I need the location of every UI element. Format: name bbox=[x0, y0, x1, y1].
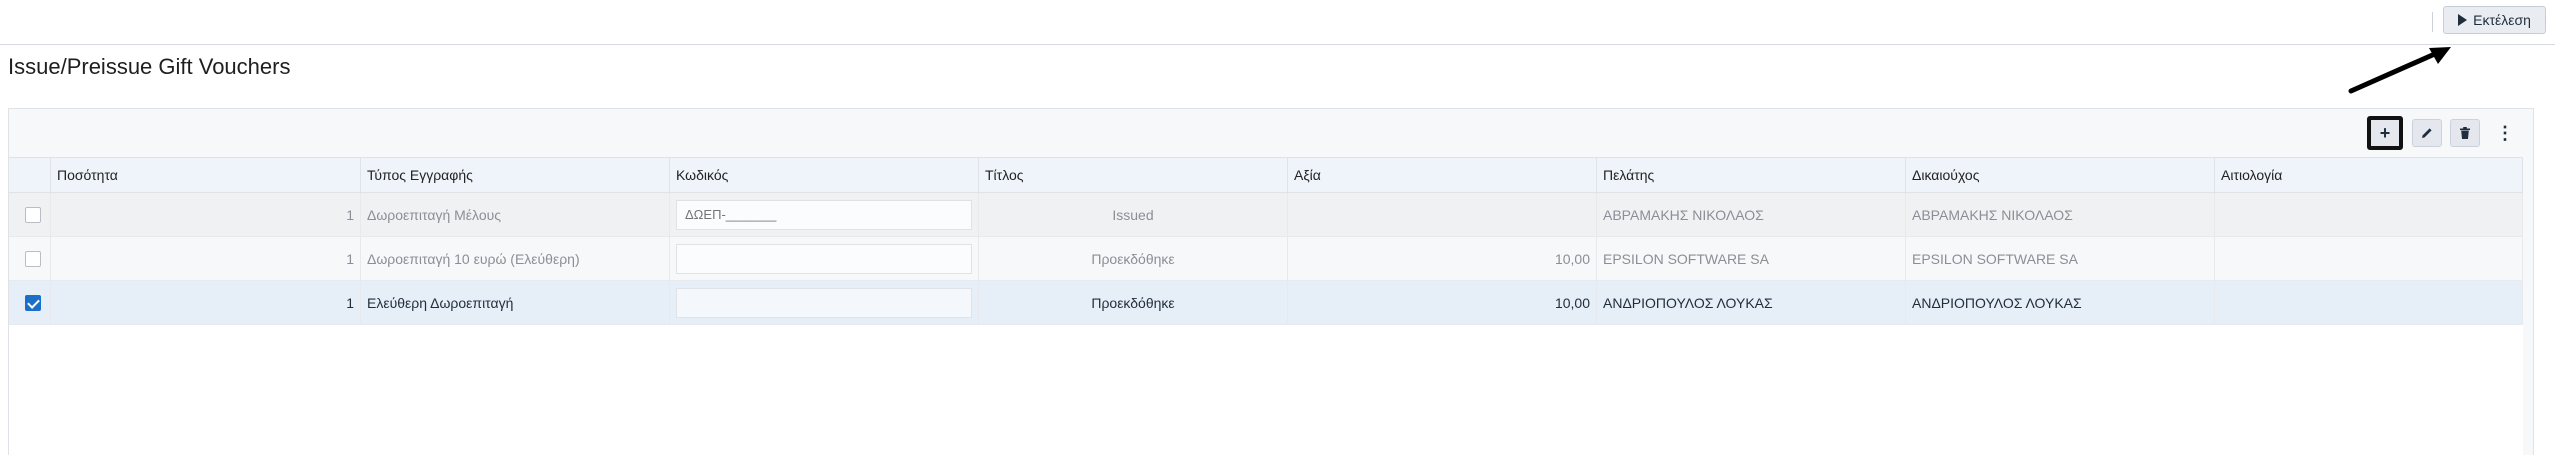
run-button-label: Εκτέλεση bbox=[2473, 12, 2531, 28]
cell-type: Δωροεπιταγή Μέλους bbox=[361, 193, 670, 236]
code-input[interactable] bbox=[676, 243, 972, 274]
cell-value: 10,00 bbox=[1288, 237, 1597, 280]
cell-type: Ελεύθερη Δωροεπιταγή bbox=[361, 281, 670, 324]
cell-code bbox=[670, 281, 979, 324]
run-button[interactable]: Εκτέλεση bbox=[2443, 6, 2546, 34]
top-bar: Εκτέλεση bbox=[0, 0, 2555, 45]
cell-customer: EPSILON SOFTWARE SA bbox=[1597, 237, 1906, 280]
cell-beneficiary: ΑΝΔΡΙΟΠΟΥΛΟΣ ΛΟΥΚΑΣ bbox=[1906, 281, 2215, 324]
grid-toolbar: + ⋮ bbox=[9, 109, 2533, 157]
vouchers-grid: Ποσότητα Τύπος Εγγραφής Κωδικός Τίτλος Α… bbox=[9, 157, 2523, 457]
cell-value bbox=[1288, 193, 1597, 236]
column-header-customer[interactable]: Πελάτης bbox=[1597, 158, 1906, 192]
cell-customer: ΑΒΡΑΜΑΚΗΣ ΝΙΚΟΛΑΟΣ bbox=[1597, 193, 1906, 236]
cell-code bbox=[670, 193, 979, 236]
cell-quantity: 1 bbox=[51, 193, 361, 236]
cell-beneficiary: ΑΒΡΑΜΑΚΗΣ ΝΙΚΟΛΑΟΣ bbox=[1906, 193, 2215, 236]
cell-title: Προεκδόθηκε bbox=[979, 237, 1288, 280]
cell-beneficiary: EPSILON SOFTWARE SA bbox=[1906, 237, 2215, 280]
row-select-cell bbox=[9, 237, 51, 280]
add-button[interactable]: + bbox=[2367, 116, 2403, 150]
row-checkbox[interactable] bbox=[25, 206, 41, 223]
row-select-cell bbox=[9, 281, 51, 324]
play-icon bbox=[2458, 14, 2468, 26]
delete-button[interactable] bbox=[2450, 119, 2480, 147]
table-row[interactable]: 1 Δωροεπιταγή Μέλους Issued ΑΒΡΑΜΑΚΗΣ ΝΙ… bbox=[9, 193, 2523, 237]
cell-quantity: 1 bbox=[51, 237, 361, 280]
row-checkbox-checked[interactable] bbox=[25, 294, 41, 311]
code-input[interactable] bbox=[676, 199, 972, 230]
arrow-annotation-icon bbox=[2348, 47, 2451, 94]
cell-title: Issued bbox=[979, 193, 1288, 236]
column-header-beneficiary[interactable]: Δικαιούχος bbox=[1906, 158, 2215, 192]
cell-type: Δωροεπιταγή 10 ευρώ (Ελεύθερη) bbox=[361, 237, 670, 280]
row-select-cell bbox=[9, 193, 51, 236]
grid-header: Ποσότητα Τύπος Εγγραφής Κωδικός Τίτλος Α… bbox=[9, 158, 2523, 193]
column-header-type[interactable]: Τύπος Εγγραφής bbox=[361, 158, 670, 192]
row-checkbox[interactable] bbox=[25, 250, 41, 267]
grid-panel: + ⋮ Ποσότητα Τύπος Εγγραφής Κωδικός Τίτλ… bbox=[8, 108, 2534, 457]
cell-reason bbox=[2215, 193, 2523, 236]
pencil-icon bbox=[2422, 128, 2432, 138]
column-header-value[interactable]: Αξία bbox=[1288, 158, 1597, 192]
code-input[interactable] bbox=[676, 287, 972, 318]
column-header-reason[interactable]: Αιτιολογία bbox=[2215, 158, 2523, 192]
edit-button[interactable] bbox=[2412, 119, 2442, 147]
more-options-button[interactable]: ⋮ bbox=[2490, 119, 2520, 147]
cell-reason bbox=[2215, 237, 2523, 280]
table-row-selected[interactable]: 1 Ελεύθερη Δωροεπιταγή Προεκδόθηκε 10,00… bbox=[9, 281, 2523, 325]
plus-icon: + bbox=[2379, 122, 2391, 143]
kebab-menu-icon: ⋮ bbox=[2496, 122, 2514, 143]
cell-value: 10,00 bbox=[1288, 281, 1597, 324]
page-title: Issue/Preissue Gift Vouchers bbox=[8, 54, 291, 79]
table-row[interactable]: 1 Δωροεπιταγή 10 ευρώ (Ελεύθερη) Προεκδό… bbox=[9, 237, 2523, 281]
cell-reason bbox=[2215, 281, 2523, 324]
toolbar-separator bbox=[2432, 12, 2433, 32]
cell-customer: ΑΝΔΡΙΟΠΟΥΛΟΣ ΛΟΥΚΑΣ bbox=[1597, 281, 1906, 324]
header-select-cell bbox=[9, 158, 51, 192]
cell-title: Προεκδόθηκε bbox=[979, 281, 1288, 324]
column-header-quantity[interactable]: Ποσότητα bbox=[51, 158, 361, 192]
trash-icon bbox=[2460, 127, 2470, 139]
column-header-code[interactable]: Κωδικός bbox=[670, 158, 979, 192]
cell-quantity: 1 bbox=[51, 281, 361, 324]
cell-code bbox=[670, 237, 979, 280]
column-header-title[interactable]: Τίτλος bbox=[979, 158, 1288, 192]
